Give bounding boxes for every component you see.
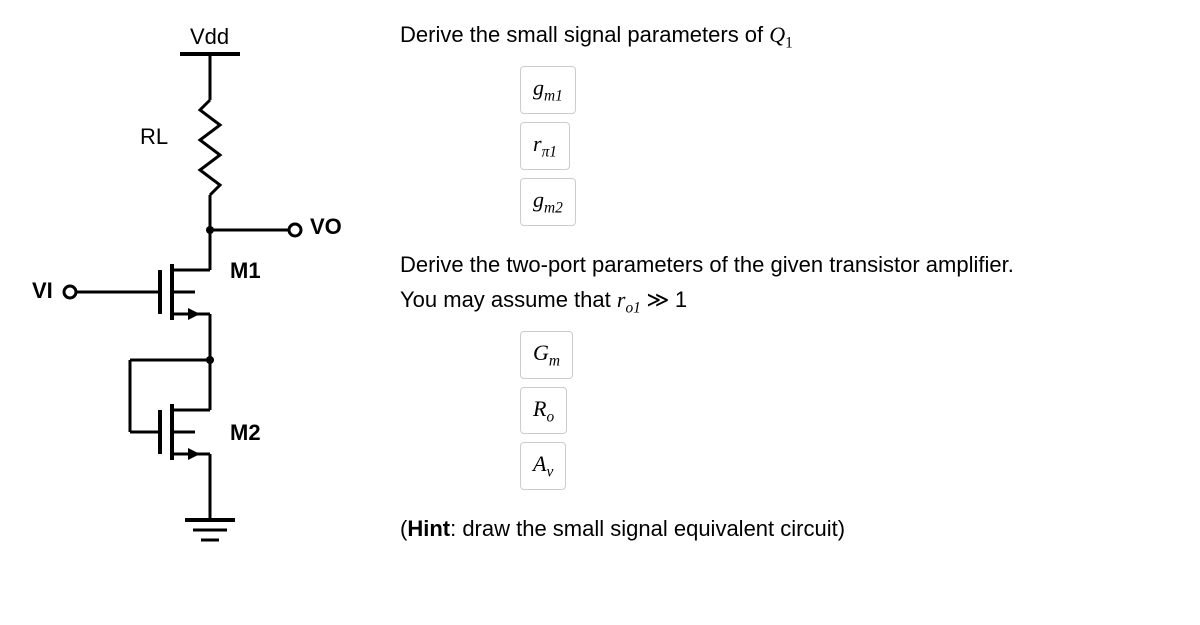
circuit-diagram: Vdd RL VO VI M1 xyxy=(10,20,370,590)
param-gm1[interactable]: gm1 xyxy=(520,66,576,114)
label-m1: M1 xyxy=(230,258,261,283)
label-m2: M2 xyxy=(230,420,261,445)
label-vdd: Vdd xyxy=(190,24,229,49)
question-text: Derive the small signal parameters of Q1… xyxy=(370,20,1190,545)
q2-line2: You may assume that ro1 ≫ 1 xyxy=(400,285,1190,319)
q1-param-list: gm1 rπ1 gm2 xyxy=(520,62,1190,230)
q2-param-list: Gm Ro Av xyxy=(520,327,1190,495)
hint-text: (Hint: draw the small signal equivalent … xyxy=(400,514,1190,545)
label-vo: VO xyxy=(310,214,342,239)
label-vi: VI xyxy=(32,278,53,303)
q1-prefix: Derive the small signal parameters of xyxy=(400,22,769,47)
param-rpi1[interactable]: rπ1 xyxy=(520,122,570,170)
q2-line1: Derive the two-port parameters of the gi… xyxy=(400,250,1190,281)
param-gm2[interactable]: gm2 xyxy=(520,178,576,226)
param-Gm[interactable]: Gm xyxy=(520,331,573,379)
q1-sub: 1 xyxy=(785,34,793,51)
q1-prompt: Derive the small signal parameters of Q1 xyxy=(400,20,1190,54)
param-Av[interactable]: Av xyxy=(520,442,566,490)
label-rl: RL xyxy=(140,124,168,149)
q1-symbol: Q xyxy=(769,22,785,47)
param-Ro[interactable]: Ro xyxy=(520,387,567,435)
